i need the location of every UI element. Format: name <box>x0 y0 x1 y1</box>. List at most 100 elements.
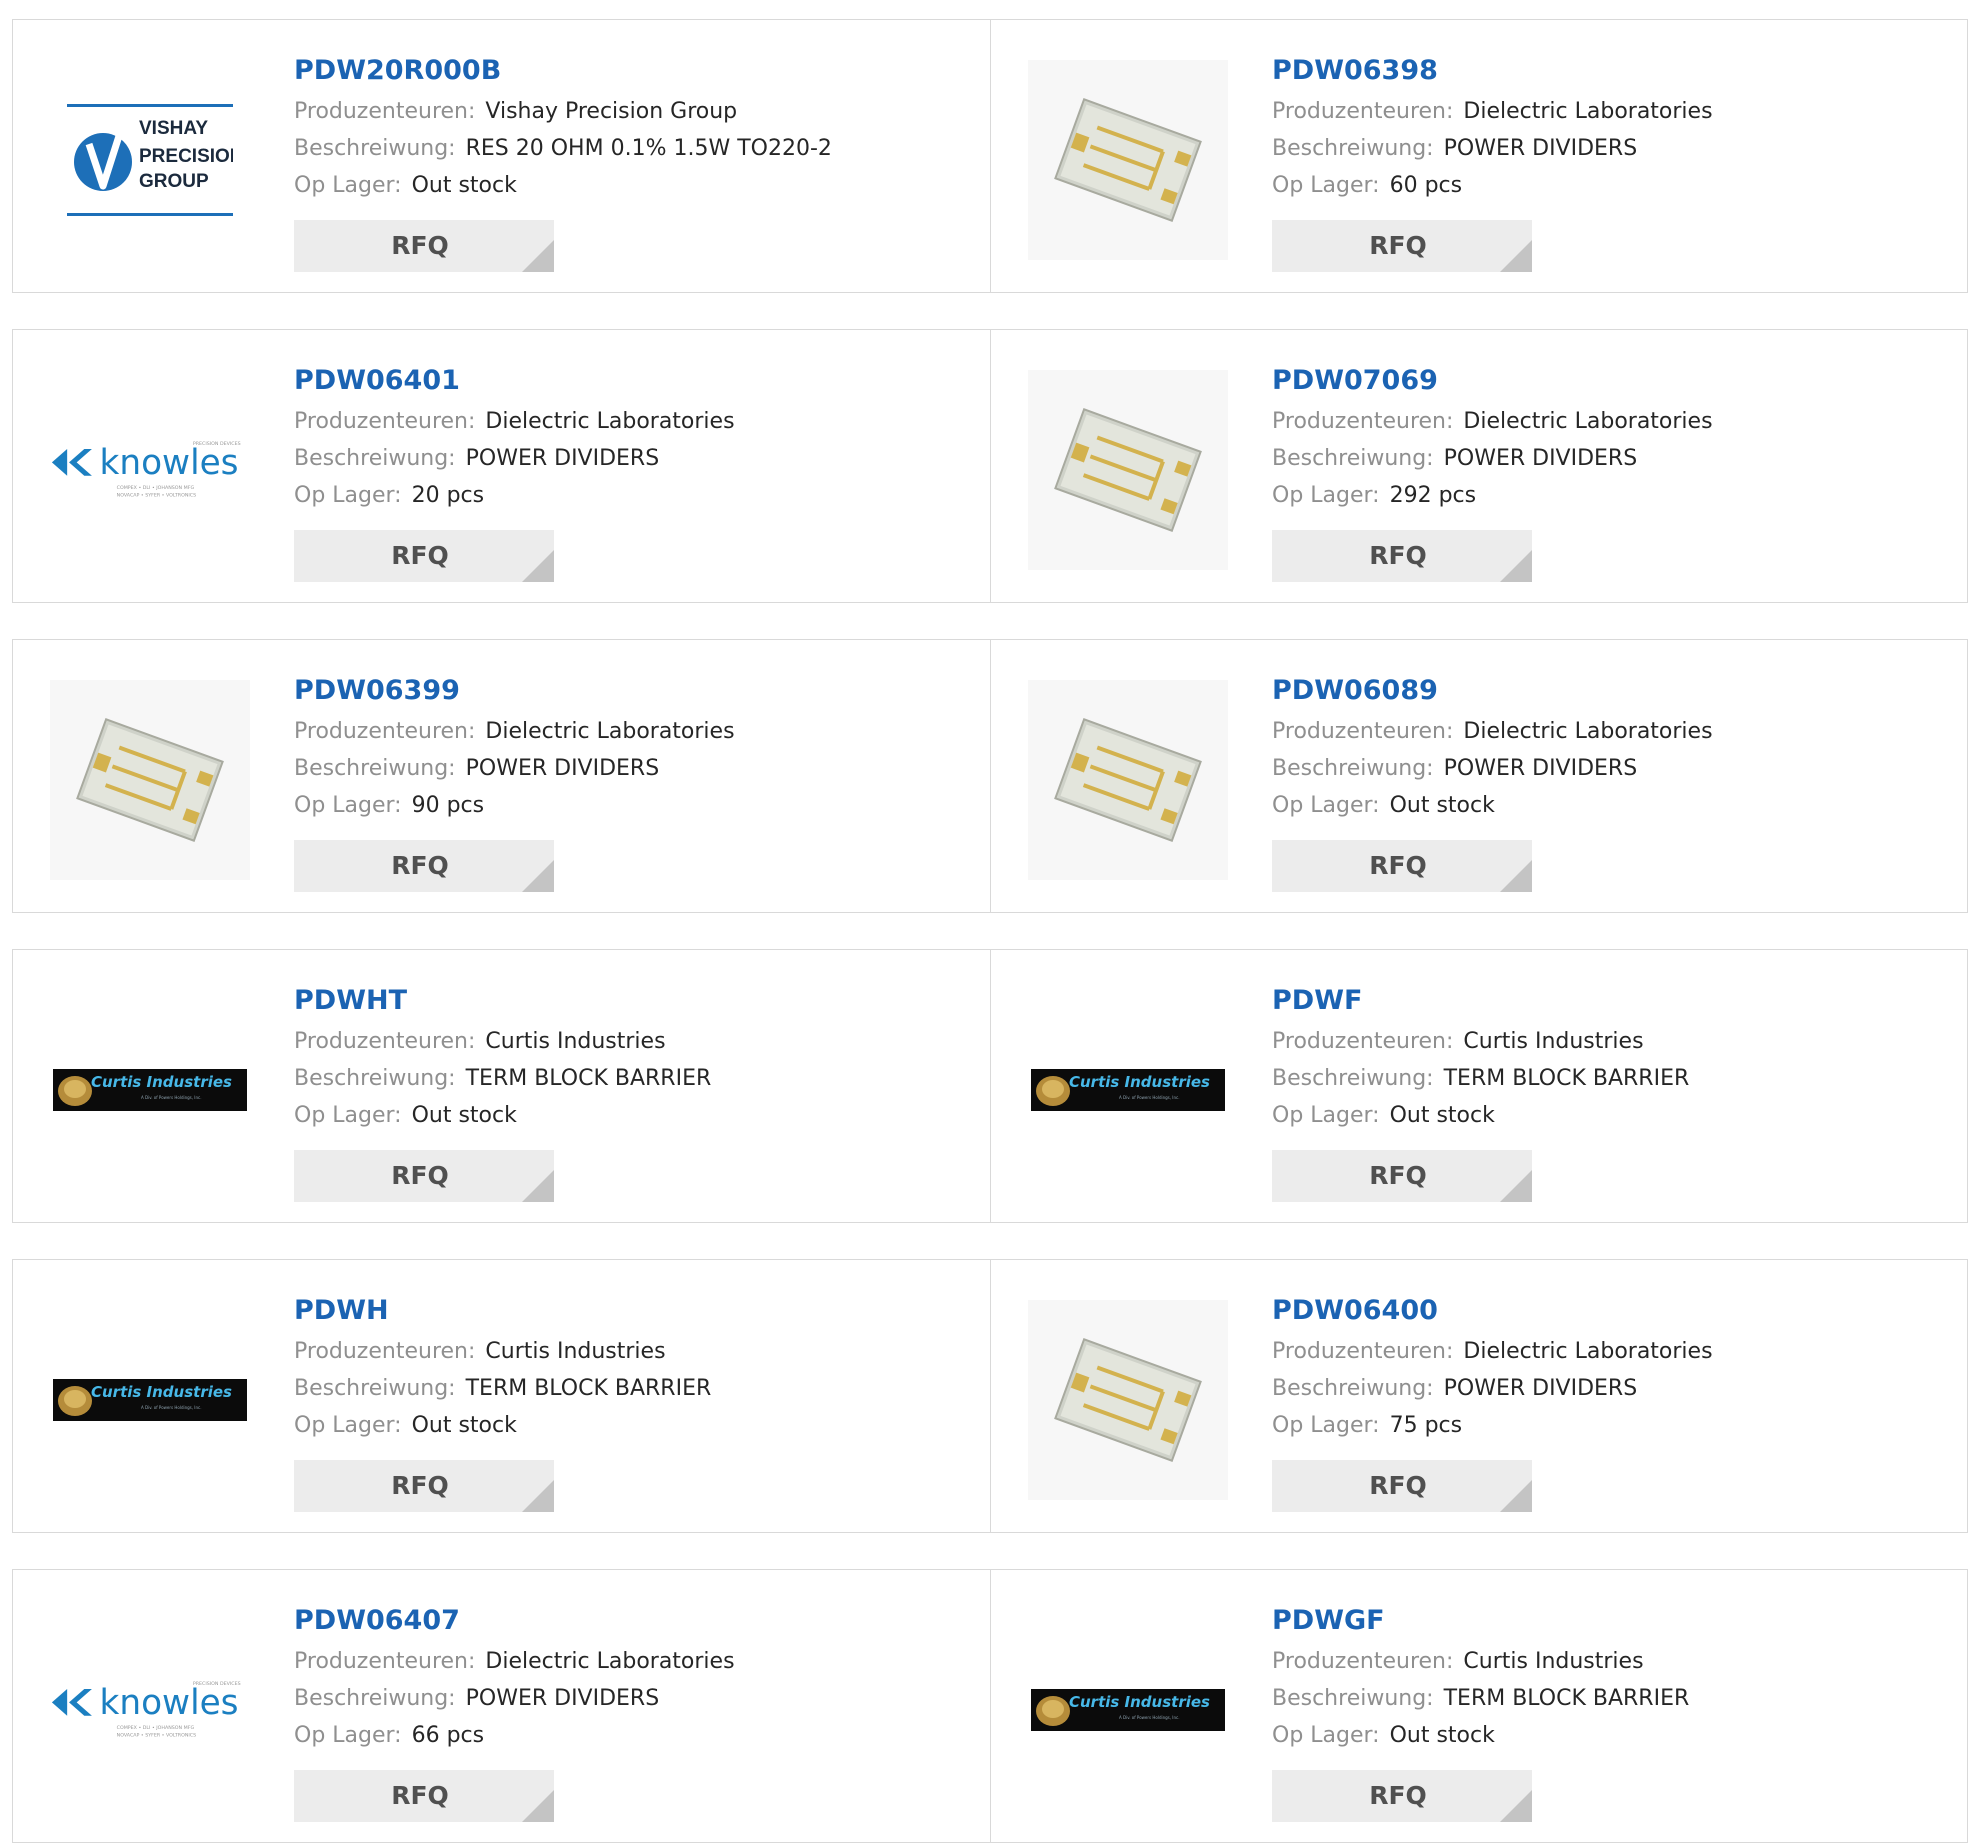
product-image[interactable]: Curtis Industries A Div. of Powers Holdi… <box>1028 990 1228 1190</box>
rfq-label: RFQ <box>391 541 449 570</box>
description-value: POWER DIVIDERS <box>465 446 660 471</box>
product-image[interactable]: Curtis Industries A Div. of Powers Holdi… <box>50 1300 250 1500</box>
part-number-link[interactable]: PDWH <box>294 1294 970 1328</box>
rfq-button[interactable]: RFQ <box>294 840 554 892</box>
product-card: Curtis Industries A Div. of Powers Holdi… <box>13 1260 990 1532</box>
manufacturer-row: Produzenteuren: Dielectric Laboratories <box>1272 713 1948 750</box>
description-row: Beschreiwung: POWER DIVIDERS <box>294 1680 970 1717</box>
description-label: Beschreiwung: <box>294 1066 456 1091</box>
product-image[interactable] <box>1028 680 1228 880</box>
stock-row: Op Lager: Out stock <box>294 1407 970 1444</box>
chip-photo <box>50 680 250 880</box>
curtis-industries-logo: Curtis Industries A Div. of Powers Holdi… <box>1031 1069 1225 1111</box>
product-image[interactable] <box>1028 1300 1228 1500</box>
stock-value: Out stock <box>411 1103 517 1128</box>
product-card: Curtis Industries A Div. of Powers Holdi… <box>990 950 1968 1222</box>
rfq-button[interactable]: RFQ <box>294 1150 554 1202</box>
part-number-link[interactable]: PDW06398 <box>1272 54 1948 88</box>
product-image[interactable]: knowles PRECISION DEVICES COMPEX • DLI •… <box>50 1610 250 1810</box>
knowles-sub1: COMPEX • DLI • JOHANSON MFG <box>117 1725 195 1731</box>
description-value: TERM BLOCK BARRIER <box>1443 1686 1690 1711</box>
rfq-button[interactable]: RFQ <box>294 1770 554 1822</box>
product-row: Curtis Industries A Div. of Powers Holdi… <box>12 949 1968 1223</box>
product-info: PDW06398 Produzenteuren: Dielectric Labor… <box>1272 54 1948 204</box>
product-image[interactable]: Curtis Industries A Div. of Powers Holdi… <box>50 990 250 1190</box>
curtis-wordmark: Curtis Industries <box>91 1073 232 1091</box>
manufacturer-label: Produzenteuren: <box>1272 719 1454 744</box>
rfq-label: RFQ <box>1369 1161 1427 1190</box>
manufacturer-value: Dielectric Laboratories <box>485 1649 735 1674</box>
part-number-link[interactable]: PDW06400 <box>1272 1294 1948 1328</box>
part-number-link[interactable]: PDW20R000B <box>294 54 970 88</box>
stock-value: Out stock <box>411 1413 517 1438</box>
description-label: Beschreiwung: <box>294 1376 456 1401</box>
product-info: PDW20R000B Produzenteuren: Vishay Precisi… <box>294 54 970 204</box>
part-number-link[interactable]: PDW06089 <box>1272 674 1948 708</box>
description-value: TERM BLOCK BARRIER <box>465 1376 712 1401</box>
rfq-label: RFQ <box>391 1781 449 1810</box>
rfq-button[interactable]: RFQ <box>1272 1460 1532 1512</box>
product-image[interactable] <box>50 680 250 880</box>
product-list: VISHAY PRECISION GROUP PDW20R000B Produz… <box>0 0 1974 1845</box>
part-number-link[interactable]: PDW06401 <box>294 364 970 398</box>
product-info: PDWGF Produzenteuren: Curtis Industries B… <box>1272 1604 1948 1754</box>
product-row: knowles PRECISION DEVICES COMPEX • DLI •… <box>12 329 1968 603</box>
product-image[interactable]: Curtis Industries A Div. of Powers Holdi… <box>1028 1610 1228 1810</box>
product-image[interactable] <box>1028 60 1228 260</box>
description-value: POWER DIVIDERS <box>1443 446 1638 471</box>
stock-value: 20 pcs <box>411 483 485 508</box>
product-info: PDW06407 Produzenteuren: Dielectric Labor… <box>294 1604 970 1754</box>
stock-row: Op Lager: 292 pcs <box>1272 477 1948 514</box>
product-image[interactable] <box>1028 370 1228 570</box>
stock-label: Op Lager: <box>294 173 402 198</box>
rfq-button[interactable]: RFQ <box>294 220 554 272</box>
rfq-button[interactable]: RFQ <box>294 1460 554 1512</box>
rfq-button[interactable]: RFQ <box>1272 530 1532 582</box>
curtis-sub: A Div. of Powers Holdings, Inc. <box>1119 1715 1179 1720</box>
chip-photo <box>1028 1300 1228 1500</box>
stock-row: Op Lager: 90 pcs <box>294 787 970 824</box>
stock-label: Op Lager: <box>1272 1103 1380 1128</box>
curtis-industries-logo: Curtis Industries A Div. of Powers Holdi… <box>1031 1689 1225 1731</box>
manufacturer-label: Produzenteuren: <box>1272 409 1454 434</box>
rfq-button[interactable]: RFQ <box>1272 840 1532 892</box>
description-value: TERM BLOCK BARRIER <box>465 1066 712 1091</box>
curtis-sub: A Div. of Powers Holdings, Inc. <box>141 1095 201 1100</box>
corner-triangle-icon <box>522 1480 554 1512</box>
manufacturer-label: Produzenteuren: <box>294 1029 476 1054</box>
stock-value: 60 pcs <box>1389 173 1463 198</box>
description-row: Beschreiwung: POWER DIVIDERS <box>1272 440 1948 477</box>
manufacturer-value: Curtis Industries <box>1463 1649 1644 1674</box>
part-number-link[interactable]: PDW07069 <box>1272 364 1948 398</box>
product-info: PDW07069 Produzenteuren: Dielectric Labor… <box>1272 364 1948 514</box>
stock-value: Out stock <box>1389 1103 1495 1128</box>
part-number-link[interactable]: PDW06399 <box>294 674 970 708</box>
manufacturer-row: Produzenteuren: Dielectric Laboratories <box>294 713 970 750</box>
part-number-link[interactable]: PDWHT <box>294 984 970 1018</box>
knowles-tag: PRECISION DEVICES <box>193 1681 241 1687</box>
stock-row: Op Lager: Out stock <box>1272 1097 1948 1134</box>
manufacturer-label: Produzenteuren: <box>1272 1339 1454 1364</box>
corner-triangle-icon <box>1500 1790 1532 1822</box>
rfq-label: RFQ <box>391 851 449 880</box>
part-number-link[interactable]: PDW06407 <box>294 1604 970 1638</box>
manufacturer-row: Produzenteuren: Curtis Industries <box>1272 1643 1948 1680</box>
rfq-button[interactable]: RFQ <box>1272 220 1532 272</box>
product-card: PDW06398 Produzenteuren: Dielectric Labor… <box>990 20 1968 292</box>
product-card: VISHAY PRECISION GROUP PDW20R000B Produz… <box>13 20 990 292</box>
rfq-button[interactable]: RFQ <box>1272 1150 1532 1202</box>
rfq-button[interactable]: RFQ <box>1272 1770 1532 1822</box>
part-number-link[interactable]: PDWGF <box>1272 1604 1948 1638</box>
stock-value: Out stock <box>1389 1723 1495 1748</box>
corner-triangle-icon <box>1500 240 1532 272</box>
knowles-sub2: NOVACAP • SYFER • VOLTRONICS <box>117 493 196 499</box>
rfq-button[interactable]: RFQ <box>294 530 554 582</box>
product-image[interactable]: VISHAY PRECISION GROUP <box>50 60 250 260</box>
product-info: PDWHT Produzenteuren: Curtis Industries B… <box>294 984 970 1134</box>
product-image[interactable]: knowles PRECISION DEVICES COMPEX • DLI •… <box>50 370 250 570</box>
part-number-link[interactable]: PDWF <box>1272 984 1948 1018</box>
vishay-precision-group-logo: VISHAY PRECISION GROUP <box>67 104 233 216</box>
manufacturer-value: Vishay Precision Group <box>485 99 738 124</box>
stock-row: Op Lager: Out stock <box>294 1097 970 1134</box>
manufacturer-label: Produzenteuren: <box>1272 99 1454 124</box>
